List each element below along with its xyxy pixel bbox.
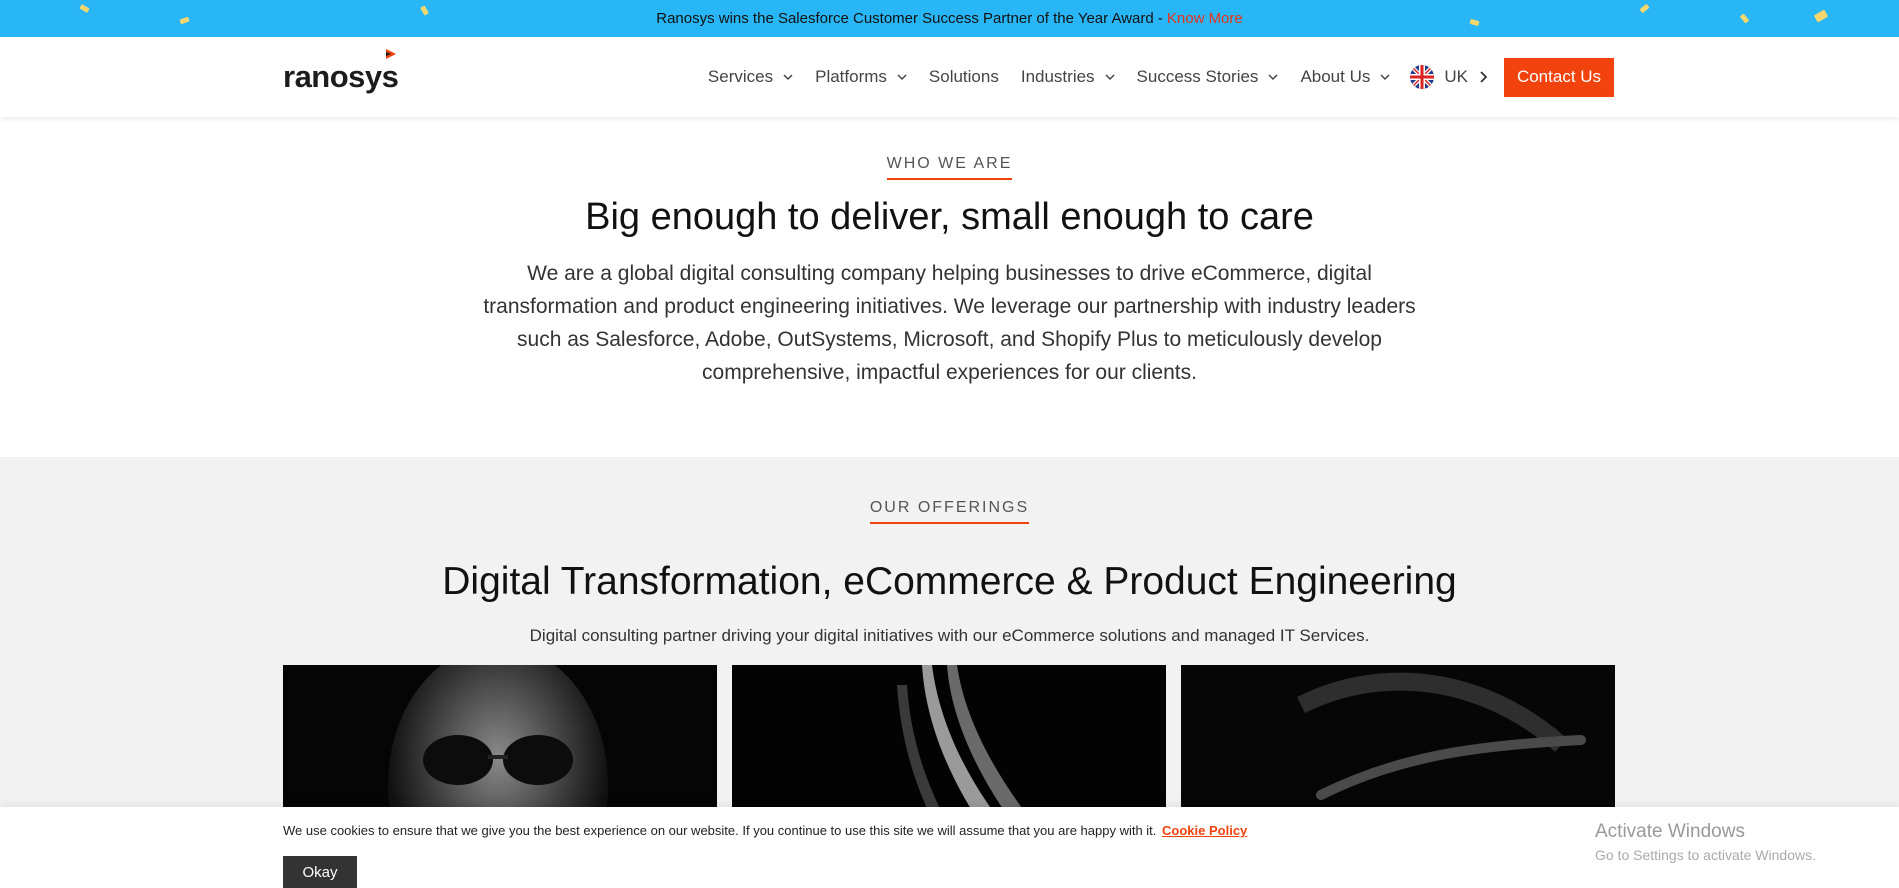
confetti-decoration [1469,18,1480,27]
cookie-policy-link[interactable]: Cookie Policy [1162,823,1247,838]
cookie-text: We use cookies to ensure that we give yo… [283,823,1247,838]
cookie-message: We use cookies to ensure that we give yo… [283,823,1157,838]
cookie-okay-button[interactable]: Okay [283,856,357,888]
chevron-down-icon [783,74,793,81]
who-title: Big enough to deliver, small enough to c… [585,196,1314,238]
who-body: We are a global digital consulting compa… [483,262,1416,384]
windows-activation-subtitle: Go to Settings to activate Windows. [1595,847,1816,863]
announcement-text: Ranosys wins the Salesforce Customer Suc… [656,10,1163,27]
region-selector[interactable]: UK [1410,65,1488,89]
site-header: ranosys Services Platforms Solutions Ind… [0,37,1899,117]
confetti-decoration [420,5,429,16]
windows-activation-title: Activate Windows [1595,821,1745,842]
confetti-decoration [1813,9,1829,23]
nav-platforms[interactable]: Platforms [815,67,907,87]
nav-label: Services [707,67,774,86]
nav-about-us[interactable]: About Us [1300,67,1390,87]
nav-label: Success Stories [1136,67,1259,86]
confetti-decoration [79,4,90,13]
who-we-are-section: WHO WE ARE Big enough to deliver, small … [0,117,1899,457]
know-more-link[interactable]: Know More [1167,10,1243,27]
nav-success-stories[interactable]: Success Stories [1137,67,1279,87]
ranosys-logo[interactable]: ranosys [283,49,399,95]
cookie-banner: We use cookies to ensure that we give yo… [0,807,1899,888]
nav-solutions[interactable]: Solutions [929,67,999,87]
confetti-decoration [1639,3,1650,14]
chevron-down-icon [897,74,907,81]
uk-flag-icon [1410,65,1435,89]
nav-label: About Us [1300,67,1371,86]
logo-text: ranosys [283,59,399,94]
confetti-decoration [179,16,190,25]
nav-label: Platforms [815,67,887,86]
who-eyebrow: WHO WE ARE [886,155,1013,180]
offerings-subtitle: Digital consulting partner driving your … [529,626,1370,645]
confetti-decoration [1739,13,1750,24]
logo-mark-icon [386,49,397,59]
nav-services[interactable]: Services [708,67,793,87]
nav-industries[interactable]: Industries [1021,67,1115,87]
announcement-bar: Ranosys wins the Salesforce Customer Suc… [0,0,1899,37]
nav-label: Solutions [928,67,999,86]
windows-activation-watermark: Activate Windows Go to Settings to activ… [1595,821,1816,863]
chevron-down-icon [1105,74,1115,81]
offerings-eyebrow: OUR OFFERINGS [869,499,1030,524]
chevron-down-icon [1380,74,1390,81]
chevron-down-icon [1268,74,1278,81]
nav-label: Industries [1020,67,1095,86]
main-nav: Services Platforms Solutions Industries … [708,57,1614,97]
contact-us-button[interactable]: Contact Us [1504,57,1614,97]
region-label: UK [1444,67,1468,86]
offerings-title: Digital Transformation, eCommerce & Prod… [442,560,1457,603]
chevron-right-icon [1480,71,1488,83]
